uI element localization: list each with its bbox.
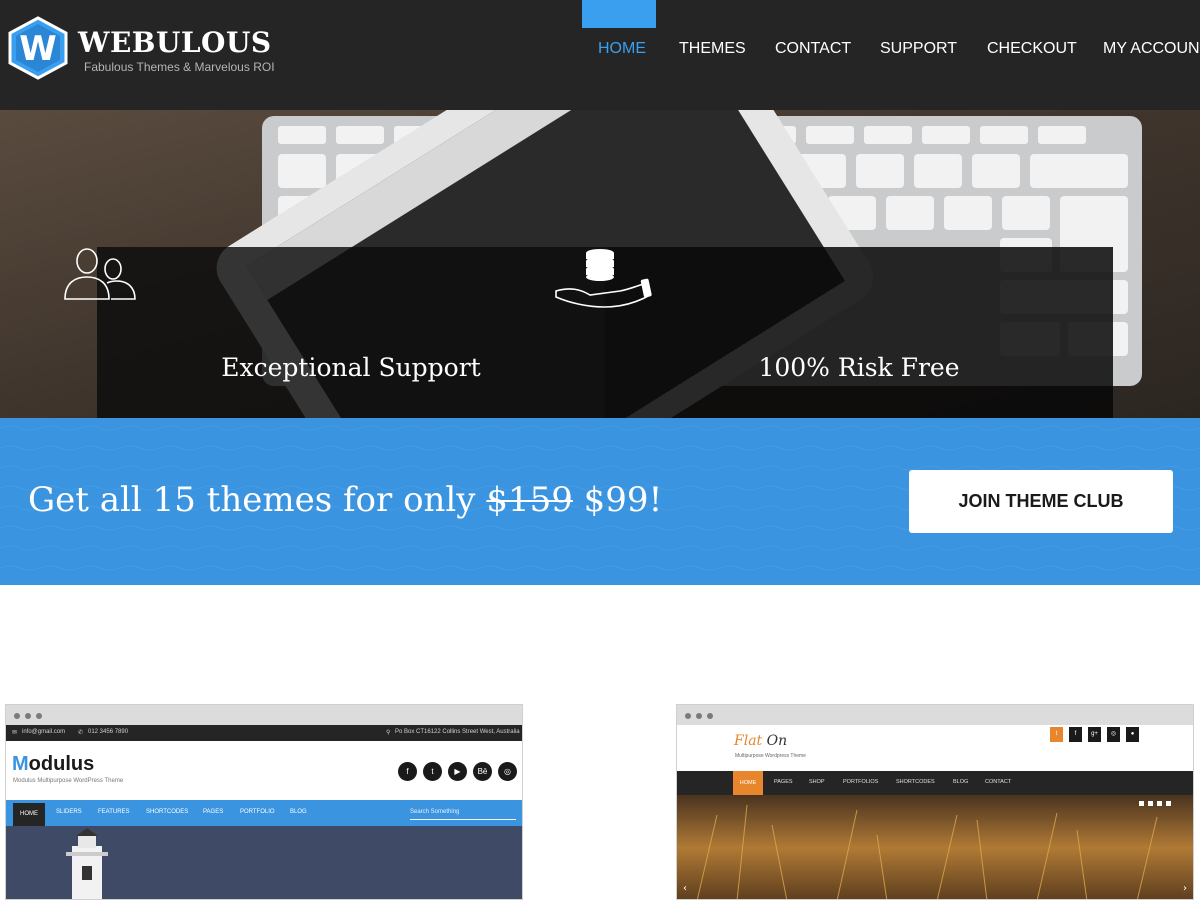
modulus-address: Po Box CT16122 Collins Street West, Aust… xyxy=(395,729,520,735)
browser-chrome xyxy=(677,705,1193,725)
webulous-logo-icon[interactable]: W xyxy=(6,16,70,80)
users-icon xyxy=(64,248,136,300)
modulus-topbar: ✉ info@gmail.com ✆ 012 3456 7890 ⚲ Po Bo… xyxy=(6,725,522,741)
modulus-nav-shortcodes: SHORTCODES xyxy=(146,809,189,815)
nav-contact[interactable]: CONTACT xyxy=(775,40,851,58)
facebook-icon: f xyxy=(398,762,417,781)
flaton-hero-image: ‹ › xyxy=(677,795,1193,899)
modulus-nav-pages: PAGES xyxy=(203,809,224,815)
window-dot-icon xyxy=(707,713,713,719)
phone-icon: ✆ xyxy=(78,730,84,736)
window-dot-icon xyxy=(685,713,691,719)
modulus-nav-portfolio: PORTFOLIO xyxy=(240,809,275,815)
window-dot-icon xyxy=(36,713,42,719)
modulus-nav-home: HOME xyxy=(13,803,45,826)
modulus-nav: HOME SLIDERS FEATURES SHORTCODES PAGES P… xyxy=(6,800,522,826)
youtube-icon: ▶ xyxy=(448,762,467,781)
flaton-nav-contact: CONTACT xyxy=(985,779,1012,785)
promo-text-before: Get all 15 themes for only xyxy=(28,480,476,520)
location-pin-icon: ⚲ xyxy=(386,730,391,736)
modulus-phone: 012 3456 7890 xyxy=(88,729,129,735)
feature-support: Exceptional Support xyxy=(64,247,605,418)
logo-letter: W xyxy=(19,29,57,69)
hero-section: Exceptional Support 100% Risk Free xyxy=(0,110,1200,418)
window-dot-icon xyxy=(25,713,31,719)
join-theme-club-button[interactable]: JOIN THEME CLUB xyxy=(909,470,1173,533)
window-dot-icon xyxy=(14,713,20,719)
theme-preview-flat-on[interactable]: Flat On Multipurpose Wordpress Theme t f… xyxy=(676,704,1194,900)
brand-name[interactable]: WEBULOUS xyxy=(78,26,272,59)
facebook-icon: f xyxy=(1069,727,1082,742)
modulus-nav-features: FEATURES xyxy=(98,809,130,815)
nav-themes[interactable]: THEMES xyxy=(679,40,746,58)
modulus-logo: Modulus xyxy=(12,753,95,775)
behance-icon: Bē xyxy=(473,762,492,781)
dribbble-icon: ◎ xyxy=(1107,727,1120,742)
google-plus-icon: g+ xyxy=(1088,727,1101,742)
modulus-search: Search Something xyxy=(410,806,516,820)
active-nav-indicator xyxy=(582,0,656,28)
golden-field-image: ‹ › xyxy=(677,795,1193,899)
slider-next-icon: › xyxy=(1183,883,1187,894)
coins-in-hand-icon xyxy=(555,249,652,308)
feature-risk-free-title: 100% Risk Free xyxy=(758,353,960,382)
feature-support-title: Exceptional Support xyxy=(221,353,481,382)
promo-new-price: $99! xyxy=(583,480,663,520)
promo-headline: Get all 15 themes for only $159 $99! xyxy=(28,480,662,520)
flaton-nav-blog: BLOG xyxy=(953,779,969,785)
modulus-hero-image xyxy=(6,826,522,899)
modulus-email: info@gmail.com xyxy=(22,729,66,735)
brand-tagline: Fabulous Themes & Marvelous ROI xyxy=(84,60,275,74)
modulus-nav-blog: BLOG xyxy=(290,809,307,815)
browser-chrome xyxy=(6,705,522,725)
modulus-header: Modulus Modulus Multipurpose WordPress T… xyxy=(6,741,522,800)
promo-banner: Get all 15 themes for only $159 $99! JOI… xyxy=(0,418,1200,585)
flaton-logo: Flat On xyxy=(734,733,788,749)
feature-risk-free: 100% Risk Free xyxy=(555,247,1113,418)
flaton-nav-shop: SHOP xyxy=(809,779,825,785)
flaton-nav-shortcodes: SHORTCODES xyxy=(896,779,935,785)
modulus-nav-sliders: SLIDERS xyxy=(56,809,82,815)
slider-prev-icon: ‹ xyxy=(683,883,687,894)
nav-home[interactable]: HOME xyxy=(598,40,646,58)
flaton-nav: HOME PAGES SHOP PORTFOLIOS SHORTCODES BL… xyxy=(677,771,1193,795)
flaton-nav-pages: PAGES xyxy=(774,779,793,785)
nav-my-account[interactable]: MY ACCOUNT xyxy=(1103,40,1200,58)
dribbble-icon: ◎ xyxy=(498,762,517,781)
flaton-nav-home: HOME xyxy=(733,771,763,795)
mail-icon: ✉ xyxy=(12,730,18,736)
twitter-icon: t xyxy=(423,762,442,781)
site-header: W WEBULOUS Fabulous Themes & Marvelous R… xyxy=(0,0,1200,110)
lighthouse-image xyxy=(6,826,522,899)
flaton-nav-portfolios: PORTFOLIOS xyxy=(843,779,879,785)
theme-preview-modulus[interactable]: ✉ info@gmail.com ✆ 012 3456 7890 ⚲ Po Bo… xyxy=(5,704,523,900)
nav-support[interactable]: SUPPORT xyxy=(880,40,957,58)
twitter-icon: t xyxy=(1050,727,1063,742)
flaton-subtitle: Multipurpose Wordpress Theme xyxy=(735,753,806,759)
window-dot-icon xyxy=(696,713,702,719)
circle-icon: ● xyxy=(1126,727,1139,742)
nav-checkout[interactable]: CHECKOUT xyxy=(987,40,1077,58)
promo-old-price: $159 xyxy=(486,480,573,520)
modulus-subtitle: Modulus Multipurpose WordPress Theme xyxy=(13,778,124,784)
flaton-header: Flat On Multipurpose Wordpress Theme t f… xyxy=(677,725,1193,771)
